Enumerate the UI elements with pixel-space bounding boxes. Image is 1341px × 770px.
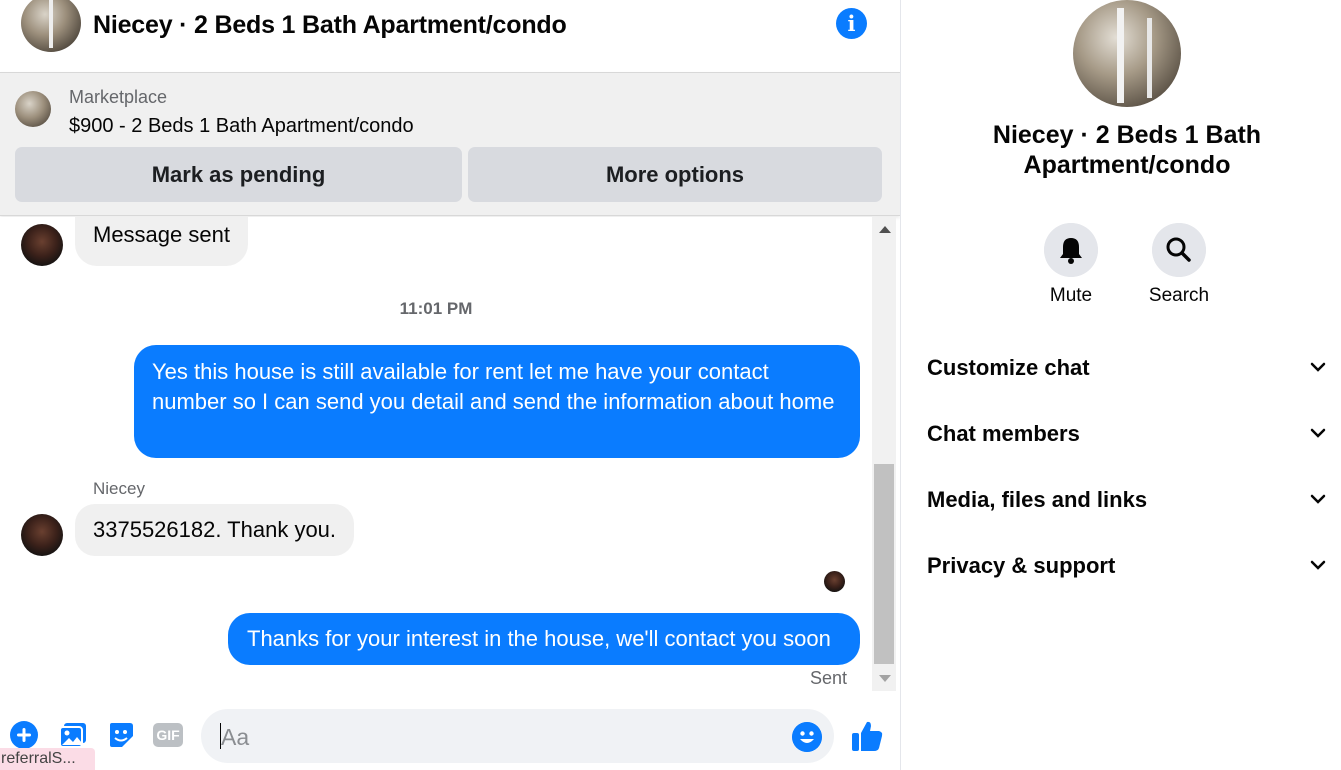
chevron-down-icon [1310, 428, 1326, 438]
message-bubble-incoming[interactable]: 3375526182. Thank you. [75, 504, 355, 556]
referral-tag[interactable]: referralS... [0, 748, 95, 770]
conversation-details-panel: Niecey · 2 Beds 1 Bath Apartment/condo M… [900, 0, 1341, 770]
sticker-icon[interactable] [106, 720, 136, 750]
conversation-title[interactable]: Niecey · 2 Beds 1 Bath Apartment/condo [93, 11, 567, 40]
section-label: Chat members [927, 421, 1080, 446]
message-bubble-outgoing[interactable]: Yes this house is still available for re… [134, 345, 860, 458]
message-text: Message sent [93, 222, 230, 247]
section-privacy-support[interactable]: Privacy & support [927, 547, 1332, 587]
mark-as-pending-button[interactable]: Mark as pending [15, 147, 462, 202]
section-media-files-links[interactable]: Media, files and links [927, 481, 1332, 521]
message-list: Message sent 11:01 PM Yes this house is … [0, 217, 872, 691]
emoji-icon[interactable] [792, 722, 822, 752]
message-text: Thanks for your interest in the house, w… [247, 626, 831, 651]
section-label: Privacy & support [927, 553, 1116, 578]
message-bubble-outgoing[interactable]: Thanks for your interest in the house, w… [228, 613, 860, 665]
message-input-placeholder: Aa [221, 724, 250, 750]
listing-price-title[interactable]: $900 - 2 Beds 1 Bath Apartment/condo [69, 115, 414, 138]
message-bubble-incoming[interactable]: Message sent [75, 217, 248, 266]
more-options-button[interactable]: More options [468, 147, 882, 202]
sender-avatar[interactable] [21, 514, 63, 556]
mute-bell-icon[interactable] [1044, 223, 1098, 277]
profile-avatar[interactable] [1073, 0, 1181, 107]
search-icon[interactable] [1152, 223, 1206, 277]
chevron-down-icon [1310, 494, 1326, 504]
scrollbar-thumb[interactable] [874, 464, 894, 664]
seen-indicator-avatar [824, 571, 845, 592]
chevron-down-icon [1310, 560, 1326, 570]
message-input[interactable]: Aa [201, 709, 834, 763]
profile-name: Niecey · 2 Beds 1 Bath Apartment/condo [992, 121, 1262, 179]
photo-icon[interactable] [58, 720, 88, 750]
plus-icon[interactable] [9, 720, 39, 750]
section-customize-chat[interactable]: Customize chat [927, 349, 1332, 389]
listing-thumbnail[interactable] [15, 91, 51, 127]
scroll-down-arrow-icon[interactable] [879, 675, 891, 682]
message-text: Yes this house is still available for re… [152, 359, 835, 414]
conversation-avatar[interactable] [21, 0, 81, 52]
section-label: Media, files and links [927, 487, 1148, 512]
sender-avatar[interactable] [21, 224, 63, 266]
search-label: Search [1148, 285, 1210, 306]
scroll-up-arrow-icon[interactable] [879, 226, 891, 233]
chat-header: Niecey · 2 Beds 1 Bath Apartment/condo i [0, 0, 900, 72]
sender-name: Niecey [93, 479, 145, 498]
chevron-down-icon [1310, 362, 1326, 372]
mute-label: Mute [1049, 285, 1093, 306]
section-label: Customize chat [927, 355, 1090, 380]
gif-icon[interactable]: GIF [153, 723, 183, 747]
delivery-status: Sent [810, 668, 848, 688]
message-composer: GIF Aa [0, 700, 900, 770]
thumbs-up-icon[interactable] [851, 719, 883, 753]
section-chat-members[interactable]: Chat members [927, 415, 1332, 455]
chat-column: Niecey · 2 Beds 1 Bath Apartment/condo i… [0, 0, 900, 770]
messenger-app: Niecey · 2 Beds 1 Bath Apartment/condo i… [0, 0, 1341, 770]
marketplace-banner: Marketplace $900 - 2 Beds 1 Bath Apartme… [0, 72, 900, 216]
message-scrollbar[interactable] [872, 217, 896, 691]
marketplace-label: Marketplace [69, 87, 168, 107]
message-text: 3375526182. Thank you. [93, 517, 337, 542]
message-timestamp: 11:01 PM [399, 299, 473, 318]
info-icon[interactable]: i [836, 8, 867, 39]
